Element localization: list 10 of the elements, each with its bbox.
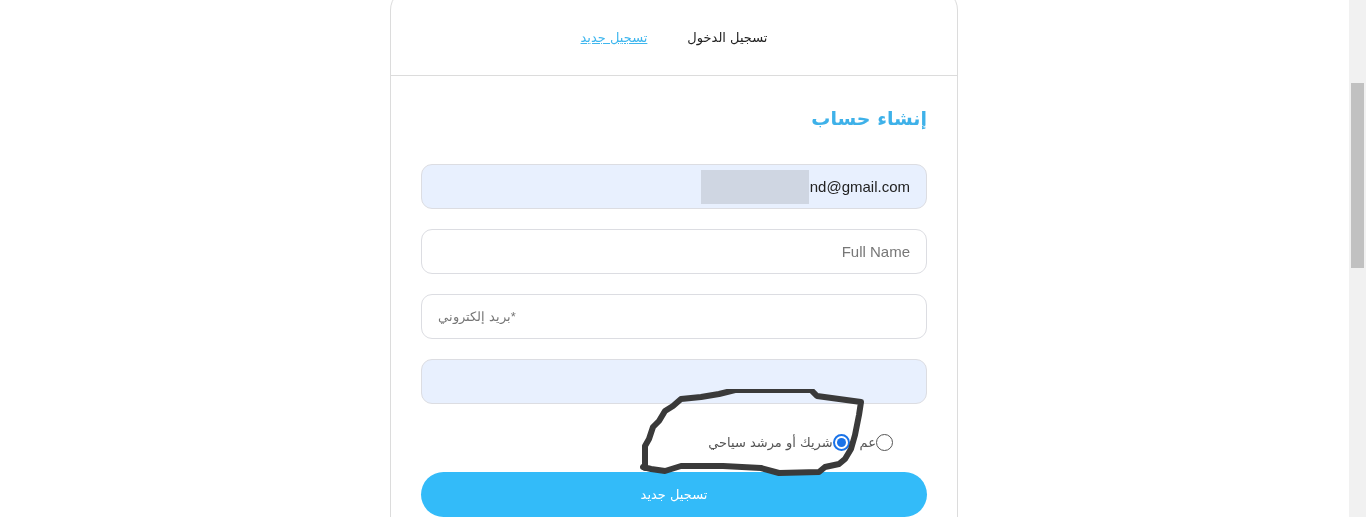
radio-button[interactable] <box>832 433 850 451</box>
radio-label: شريك أو مرشد سياحي <box>708 434 833 450</box>
scrollbar[interactable] <box>1349 0 1366 517</box>
radio-label: عم <box>859 434 876 450</box>
form-title: إنشاء حساب <box>810 106 927 130</box>
input-field[interactable]: Full Name <box>421 229 927 274</box>
input-field[interactable] <box>421 359 927 404</box>
input-field[interactable]: بريد إلكتروني* <box>421 294 927 339</box>
tab-link[interactable]: تسجيل الدخول <box>687 29 768 45</box>
scroll-thumb[interactable] <box>1351 83 1364 268</box>
